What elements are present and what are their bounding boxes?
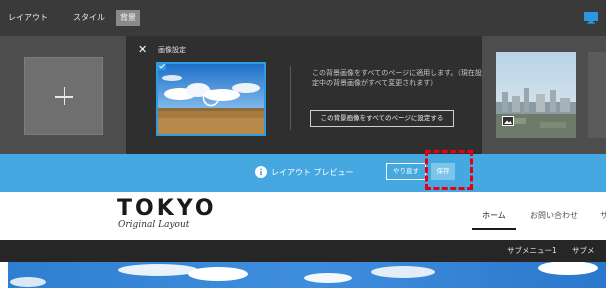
info-icon: [255, 166, 267, 178]
selected-circle-icon: [202, 89, 220, 107]
nav-home[interactable]: ホーム: [482, 210, 506, 221]
nav-active-underline: [472, 228, 516, 230]
plus-icon-vertical: [63, 87, 65, 105]
preview-label: レイアウト プレビュー: [271, 168, 354, 177]
tab-layout[interactable]: レイアウト: [8, 10, 48, 26]
site-logo-subtitle: Original Layout: [118, 220, 190, 230]
apply-all-pages-button[interactable]: この背景画像をすべてのページに設定する: [310, 110, 454, 127]
hero-sky-image: [8, 262, 606, 288]
redo-button[interactable]: やり直す: [386, 163, 426, 180]
nav-item-partial[interactable]: サ: [600, 210, 606, 221]
site-header: [0, 192, 606, 240]
dialog-divider: [290, 66, 291, 130]
image-icon: [502, 116, 514, 126]
dialog-description: この背景画像をすべてのページに適用します。（現在設定中の背景画像がすべて変更され…: [312, 69, 482, 87]
tab-style[interactable]: スタイル: [73, 10, 105, 26]
site-logo-title[interactable]: TOKYO: [117, 198, 217, 220]
check-icon: [158, 62, 166, 70]
nav-contact[interactable]: お問い合わせ: [530, 210, 578, 221]
tab-background[interactable]: 背景: [116, 10, 140, 26]
save-highlight-box: [425, 150, 473, 190]
hero-image: [8, 262, 606, 288]
close-icon[interactable]: ✕: [138, 44, 147, 56]
selected-background-thumbnail[interactable]: [156, 62, 266, 136]
monitor-icon[interactable]: [584, 12, 598, 24]
add-background-button[interactable]: [24, 57, 103, 135]
dialog-title: 画像設定: [158, 46, 186, 54]
submenu-item-1[interactable]: サブメニュー1: [507, 245, 557, 256]
submenu-item-2[interactable]: サブメ: [572, 245, 595, 256]
next-thumbnail-partial[interactable]: [588, 52, 606, 138]
